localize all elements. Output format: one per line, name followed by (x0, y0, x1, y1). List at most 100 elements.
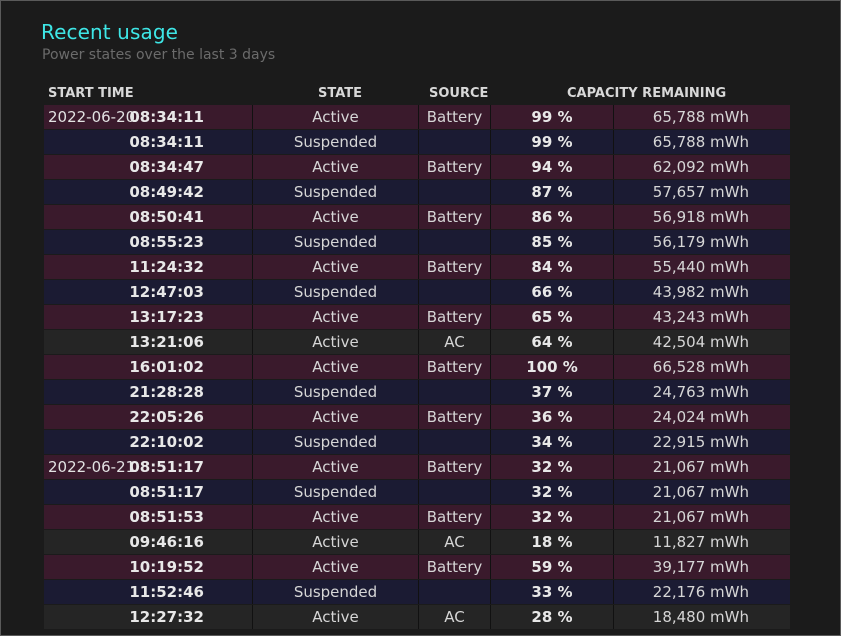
source-cell: Battery (419, 405, 491, 429)
source-cell: Battery (419, 305, 491, 329)
state-cell: Active (253, 605, 419, 629)
percent-cell: 100 % (491, 355, 614, 379)
table-row: 08:49:42 Suspended 87 % 57,657 mWh (44, 180, 790, 204)
start-time: 22:10:02 (129, 433, 204, 451)
source-cell: Battery (419, 505, 491, 529)
source-cell (419, 580, 491, 604)
table-row: 13:17:23 Active Battery 65 % 43,243 mWh (44, 305, 790, 329)
source-cell (419, 380, 491, 404)
table-row: 13:21:06 Active AC 64 % 42,504 mWh (44, 330, 790, 354)
source-cell: Battery (419, 355, 491, 379)
source-cell (419, 430, 491, 454)
capacity-cell: 24,024 mWh (652, 408, 749, 426)
capacity-cell: 56,179 mWh (652, 233, 749, 251)
start-time: 12:47:03 (129, 283, 204, 301)
capacity-cell: 43,982 mWh (652, 283, 749, 301)
usage-table-body: 2022-06-20 08:34:11 Active Battery 99 % 65,78… (44, 105, 790, 630)
table-row: 12:27:32 Active AC 28 % 18,480 mWh (44, 605, 790, 629)
state-cell: Active (253, 155, 419, 179)
table-row: 08:50:41 Active Battery 86 % 56,918 mWh (44, 205, 790, 229)
state-cell: Suspended (253, 430, 419, 454)
table-row: 11:24:32 Active Battery 84 % 55,440 mWh (44, 255, 790, 279)
state-cell: Active (253, 355, 419, 379)
column-header-state: STATE (318, 86, 363, 101)
source-cell (419, 130, 491, 154)
start-time: 16:01:02 (129, 358, 204, 376)
percent-cell: 86 % (491, 205, 614, 229)
percent-cell: 94 % (491, 155, 614, 179)
table-row: 21:28:28 Suspended 37 % 24,763 mWh (44, 380, 790, 404)
state-cell: Suspended (253, 130, 419, 154)
percent-cell: 99 % (491, 130, 614, 154)
table-row: 22:05:26 Active Battery 36 % 24,024 mWh (44, 405, 790, 429)
percent-cell: 18 % (491, 530, 614, 554)
capacity-cell: 21,067 mWh (652, 508, 749, 526)
percent-cell: 28 % (491, 605, 614, 629)
capacity-cell: 57,657 mWh (652, 183, 749, 201)
start-time: 08:34:11 (129, 133, 204, 151)
state-cell: Active (253, 405, 419, 429)
source-cell: Battery (419, 455, 491, 479)
start-time: 08:51:17 (129, 483, 204, 501)
percent-cell: 87 % (491, 180, 614, 204)
capacity-cell: 65,788 mWh (652, 108, 749, 126)
table-row: 10:19:52 Active Battery 59 % 39,177 mWh (44, 555, 790, 579)
percent-cell: 85 % (491, 230, 614, 254)
state-cell: Suspended (253, 580, 419, 604)
state-cell: Active (253, 330, 419, 354)
table-row: 08:34:47 Active Battery 94 % 62,092 mWh (44, 155, 790, 179)
start-time: 21:28:28 (129, 383, 204, 401)
start-time: 13:17:23 (129, 308, 204, 326)
table-row: 08:51:53 Active Battery 32 % 21,067 mWh (44, 505, 790, 529)
table-row: 08:55:23 Suspended 85 % 56,179 mWh (44, 230, 790, 254)
table-row: 12:47:03 Suspended 66 % 43,982 mWh (44, 280, 790, 304)
capacity-cell: 24,763 mWh (652, 383, 749, 401)
state-cell: Active (253, 255, 419, 279)
column-header-source: SOURCE (429, 86, 489, 101)
percent-cell: 33 % (491, 580, 614, 604)
source-cell: AC (419, 605, 491, 629)
source-cell: Battery (419, 105, 491, 129)
source-cell (419, 280, 491, 304)
source-cell: Battery (419, 155, 491, 179)
column-header-start-time: START TIME (48, 86, 134, 101)
state-cell: Active (253, 105, 419, 129)
percent-cell: 66 % (491, 280, 614, 304)
start-time: 11:52:46 (129, 583, 204, 601)
source-cell (419, 480, 491, 504)
page-title: Recent usage (41, 20, 179, 44)
state-cell: Active (253, 505, 419, 529)
state-cell: Active (253, 555, 419, 579)
percent-cell: 64 % (491, 330, 614, 354)
start-time: 08:51:17 (129, 458, 204, 476)
percent-cell: 36 % (491, 405, 614, 429)
source-cell: AC (419, 330, 491, 354)
table-row: 2022-06-20 08:34:11 Active Battery 99 % 65,78… (44, 105, 790, 129)
start-time: 12:27:32 (129, 608, 204, 626)
state-cell: Suspended (253, 380, 419, 404)
capacity-cell: 42,504 mWh (652, 333, 749, 351)
state-cell: Suspended (253, 230, 419, 254)
table-row: 08:34:11 Suspended 99 % 65,788 mWh (44, 130, 790, 154)
percent-cell: 32 % (491, 480, 614, 504)
capacity-cell: 65,788 mWh (652, 133, 749, 151)
percent-cell: 84 % (491, 255, 614, 279)
source-cell (419, 180, 491, 204)
capacity-cell: 11,827 mWh (652, 533, 749, 551)
capacity-cell: 22,176 mWh (652, 583, 749, 601)
source-cell: Battery (419, 205, 491, 229)
state-cell: Suspended (253, 180, 419, 204)
source-cell (419, 230, 491, 254)
table-row: 09:46:16 Active AC 18 % 11,827 mWh (44, 530, 790, 554)
table-row: 11:52:46 Suspended 33 % 22,176 mWh (44, 580, 790, 604)
percent-cell: 65 % (491, 305, 614, 329)
source-cell: Battery (419, 255, 491, 279)
state-cell: Active (253, 205, 419, 229)
start-time: 08:55:23 (129, 233, 204, 251)
source-cell: AC (419, 530, 491, 554)
capacity-cell: 62,092 mWh (652, 158, 749, 176)
start-time: 08:34:47 (129, 158, 204, 176)
percent-cell: 37 % (491, 380, 614, 404)
state-cell: Suspended (253, 280, 419, 304)
state-cell: Active (253, 530, 419, 554)
